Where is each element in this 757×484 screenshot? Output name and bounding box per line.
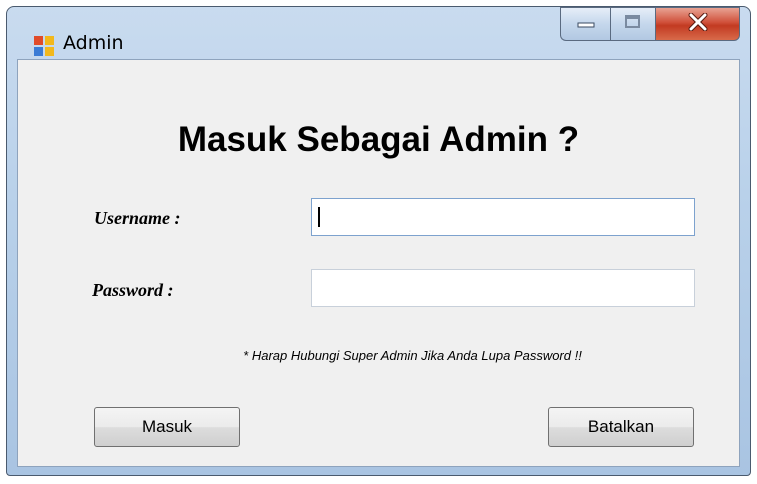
app-form-icon: [33, 35, 55, 57]
title-bar[interactable]: Admin: [7, 7, 750, 59]
window-title: Admin: [63, 32, 124, 54]
text-caret: [318, 207, 320, 227]
minimize-icon: [576, 15, 596, 33]
maximize-icon: [624, 14, 642, 35]
username-field[interactable]: [311, 198, 695, 236]
caption-buttons: [560, 7, 740, 43]
username-label: Username :: [94, 208, 181, 228]
minimize-button[interactable]: [560, 7, 610, 41]
cancel-button[interactable]: Batalkan: [548, 407, 694, 447]
login-button[interactable]: Masuk: [94, 407, 240, 447]
maximize-button[interactable]: [610, 7, 656, 41]
admin-window: Admin Masuk Sebagai Admin ? Username: P…: [6, 6, 751, 476]
close-icon: [688, 12, 708, 36]
password-field[interactable]: [311, 269, 695, 307]
page-title: Masuk Sebagai Admin ?: [177, 120, 580, 159]
form-client-area: Masuk Sebagai Admin ? Username : Passwor…: [17, 59, 740, 467]
password-label: Password :: [92, 280, 174, 300]
forgot-password-note: * Harap Hubungi Super Admin Jika Anda Lu…: [243, 348, 582, 363]
close-button[interactable]: [656, 7, 740, 41]
